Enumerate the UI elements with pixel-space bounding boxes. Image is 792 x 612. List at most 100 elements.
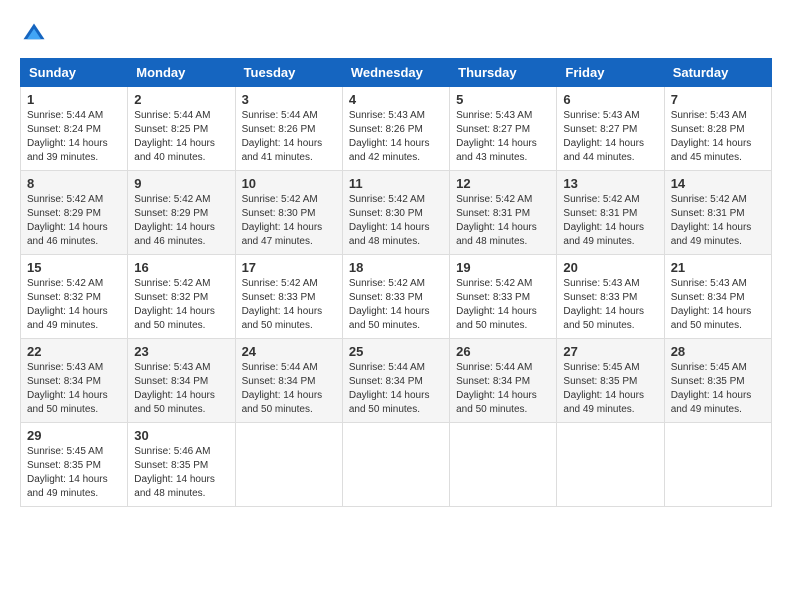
day-info: Sunrise: 5:43 AM Sunset: 8:34 PM Dayligh… <box>27 361 121 417</box>
day-number: 18 <box>349 260 443 275</box>
calendar-cell <box>557 423 664 507</box>
calendar-header-monday: Monday <box>128 59 235 87</box>
day-info: Sunrise: 5:43 AM Sunset: 8:33 PM Dayligh… <box>563 277 657 333</box>
calendar-week-row: 29 Sunrise: 5:45 AM Sunset: 8:35 PM Dayl… <box>21 423 772 507</box>
day-number: 3 <box>242 92 336 107</box>
day-number: 19 <box>456 260 550 275</box>
calendar-cell: 6 Sunrise: 5:43 AM Sunset: 8:27 PM Dayli… <box>557 87 664 171</box>
day-number: 16 <box>134 260 228 275</box>
calendar-cell: 29 Sunrise: 5:45 AM Sunset: 8:35 PM Dayl… <box>21 423 128 507</box>
day-info: Sunrise: 5:43 AM Sunset: 8:28 PM Dayligh… <box>671 109 765 165</box>
day-info: Sunrise: 5:44 AM Sunset: 8:34 PM Dayligh… <box>349 361 443 417</box>
calendar-cell: 10 Sunrise: 5:42 AM Sunset: 8:30 PM Dayl… <box>235 171 342 255</box>
calendar-cell: 12 Sunrise: 5:42 AM Sunset: 8:31 PM Dayl… <box>450 171 557 255</box>
calendar-header-friday: Friday <box>557 59 664 87</box>
calendar-week-row: 15 Sunrise: 5:42 AM Sunset: 8:32 PM Dayl… <box>21 255 772 339</box>
calendar-cell <box>450 423 557 507</box>
calendar-cell: 3 Sunrise: 5:44 AM Sunset: 8:26 PM Dayli… <box>235 87 342 171</box>
page-header <box>20 20 772 48</box>
day-number: 13 <box>563 176 657 191</box>
calendar-header-sunday: Sunday <box>21 59 128 87</box>
calendar-cell <box>342 423 449 507</box>
day-info: Sunrise: 5:44 AM Sunset: 8:25 PM Dayligh… <box>134 109 228 165</box>
day-info: Sunrise: 5:42 AM Sunset: 8:31 PM Dayligh… <box>563 193 657 249</box>
day-number: 2 <box>134 92 228 107</box>
logo <box>20 20 52 48</box>
calendar-cell: 27 Sunrise: 5:45 AM Sunset: 8:35 PM Dayl… <box>557 339 664 423</box>
day-info: Sunrise: 5:43 AM Sunset: 8:27 PM Dayligh… <box>563 109 657 165</box>
day-number: 14 <box>671 176 765 191</box>
calendar-cell: 14 Sunrise: 5:42 AM Sunset: 8:31 PM Dayl… <box>664 171 771 255</box>
calendar-header-thursday: Thursday <box>450 59 557 87</box>
calendar-cell: 16 Sunrise: 5:42 AM Sunset: 8:32 PM Dayl… <box>128 255 235 339</box>
day-info: Sunrise: 5:42 AM Sunset: 8:30 PM Dayligh… <box>349 193 443 249</box>
day-info: Sunrise: 5:43 AM Sunset: 8:34 PM Dayligh… <box>671 277 765 333</box>
calendar-cell: 2 Sunrise: 5:44 AM Sunset: 8:25 PM Dayli… <box>128 87 235 171</box>
calendar-cell: 4 Sunrise: 5:43 AM Sunset: 8:26 PM Dayli… <box>342 87 449 171</box>
calendar-cell: 25 Sunrise: 5:44 AM Sunset: 8:34 PM Dayl… <box>342 339 449 423</box>
calendar-cell: 9 Sunrise: 5:42 AM Sunset: 8:29 PM Dayli… <box>128 171 235 255</box>
calendar-cell: 19 Sunrise: 5:42 AM Sunset: 8:33 PM Dayl… <box>450 255 557 339</box>
day-info: Sunrise: 5:42 AM Sunset: 8:33 PM Dayligh… <box>349 277 443 333</box>
day-info: Sunrise: 5:42 AM Sunset: 8:29 PM Dayligh… <box>27 193 121 249</box>
calendar-cell: 24 Sunrise: 5:44 AM Sunset: 8:34 PM Dayl… <box>235 339 342 423</box>
logo-icon <box>20 20 48 48</box>
day-info: Sunrise: 5:42 AM Sunset: 8:33 PM Dayligh… <box>456 277 550 333</box>
day-info: Sunrise: 5:42 AM Sunset: 8:32 PM Dayligh… <box>134 277 228 333</box>
calendar-table: SundayMondayTuesdayWednesdayThursdayFrid… <box>20 58 772 507</box>
calendar-cell: 13 Sunrise: 5:42 AM Sunset: 8:31 PM Dayl… <box>557 171 664 255</box>
day-number: 8 <box>27 176 121 191</box>
day-number: 24 <box>242 344 336 359</box>
day-number: 15 <box>27 260 121 275</box>
day-number: 4 <box>349 92 443 107</box>
day-number: 10 <box>242 176 336 191</box>
calendar-cell: 23 Sunrise: 5:43 AM Sunset: 8:34 PM Dayl… <box>128 339 235 423</box>
day-info: Sunrise: 5:44 AM Sunset: 8:34 PM Dayligh… <box>456 361 550 417</box>
calendar-week-row: 1 Sunrise: 5:44 AM Sunset: 8:24 PM Dayli… <box>21 87 772 171</box>
day-number: 9 <box>134 176 228 191</box>
calendar-cell: 30 Sunrise: 5:46 AM Sunset: 8:35 PM Dayl… <box>128 423 235 507</box>
calendar-cell: 11 Sunrise: 5:42 AM Sunset: 8:30 PM Dayl… <box>342 171 449 255</box>
day-info: Sunrise: 5:44 AM Sunset: 8:24 PM Dayligh… <box>27 109 121 165</box>
day-number: 1 <box>27 92 121 107</box>
day-info: Sunrise: 5:42 AM Sunset: 8:29 PM Dayligh… <box>134 193 228 249</box>
calendar-week-row: 8 Sunrise: 5:42 AM Sunset: 8:29 PM Dayli… <box>21 171 772 255</box>
day-info: Sunrise: 5:42 AM Sunset: 8:32 PM Dayligh… <box>27 277 121 333</box>
calendar-cell: 21 Sunrise: 5:43 AM Sunset: 8:34 PM Dayl… <box>664 255 771 339</box>
calendar-cell: 20 Sunrise: 5:43 AM Sunset: 8:33 PM Dayl… <box>557 255 664 339</box>
calendar-cell: 22 Sunrise: 5:43 AM Sunset: 8:34 PM Dayl… <box>21 339 128 423</box>
calendar-cell: 5 Sunrise: 5:43 AM Sunset: 8:27 PM Dayli… <box>450 87 557 171</box>
day-info: Sunrise: 5:43 AM Sunset: 8:34 PM Dayligh… <box>134 361 228 417</box>
calendar-header-tuesday: Tuesday <box>235 59 342 87</box>
calendar-header-wednesday: Wednesday <box>342 59 449 87</box>
calendar-cell: 7 Sunrise: 5:43 AM Sunset: 8:28 PM Dayli… <box>664 87 771 171</box>
day-number: 12 <box>456 176 550 191</box>
day-number: 27 <box>563 344 657 359</box>
day-number: 22 <box>27 344 121 359</box>
day-info: Sunrise: 5:42 AM Sunset: 8:31 PM Dayligh… <box>671 193 765 249</box>
day-number: 28 <box>671 344 765 359</box>
day-number: 5 <box>456 92 550 107</box>
calendar-header-row: SundayMondayTuesdayWednesdayThursdayFrid… <box>21 59 772 87</box>
day-info: Sunrise: 5:42 AM Sunset: 8:31 PM Dayligh… <box>456 193 550 249</box>
day-info: Sunrise: 5:45 AM Sunset: 8:35 PM Dayligh… <box>27 445 121 501</box>
day-info: Sunrise: 5:46 AM Sunset: 8:35 PM Dayligh… <box>134 445 228 501</box>
calendar-week-row: 22 Sunrise: 5:43 AM Sunset: 8:34 PM Dayl… <box>21 339 772 423</box>
calendar-header-saturday: Saturday <box>664 59 771 87</box>
calendar-cell: 26 Sunrise: 5:44 AM Sunset: 8:34 PM Dayl… <box>450 339 557 423</box>
day-number: 30 <box>134 428 228 443</box>
day-number: 7 <box>671 92 765 107</box>
day-info: Sunrise: 5:43 AM Sunset: 8:27 PM Dayligh… <box>456 109 550 165</box>
day-number: 17 <box>242 260 336 275</box>
calendar-cell: 28 Sunrise: 5:45 AM Sunset: 8:35 PM Dayl… <box>664 339 771 423</box>
calendar-cell <box>235 423 342 507</box>
day-info: Sunrise: 5:42 AM Sunset: 8:30 PM Dayligh… <box>242 193 336 249</box>
day-info: Sunrise: 5:45 AM Sunset: 8:35 PM Dayligh… <box>671 361 765 417</box>
calendar-cell <box>664 423 771 507</box>
day-number: 21 <box>671 260 765 275</box>
calendar-cell: 8 Sunrise: 5:42 AM Sunset: 8:29 PM Dayli… <box>21 171 128 255</box>
calendar-cell: 18 Sunrise: 5:42 AM Sunset: 8:33 PM Dayl… <box>342 255 449 339</box>
day-info: Sunrise: 5:44 AM Sunset: 8:34 PM Dayligh… <box>242 361 336 417</box>
day-number: 11 <box>349 176 443 191</box>
day-info: Sunrise: 5:42 AM Sunset: 8:33 PM Dayligh… <box>242 277 336 333</box>
